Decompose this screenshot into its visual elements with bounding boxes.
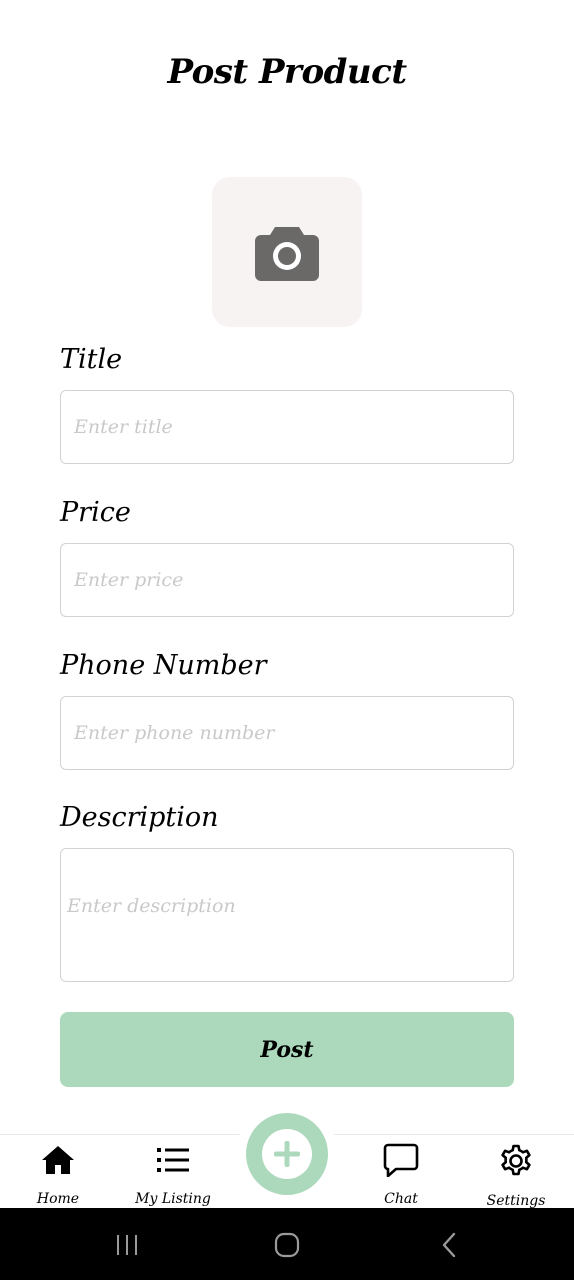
description-field-box bbox=[60, 848, 514, 982]
camera-icon bbox=[255, 227, 319, 281]
recent-apps-icon[interactable] bbox=[112, 1230, 142, 1260]
description-label: Description bbox=[60, 802, 219, 833]
phone-number-input[interactable] bbox=[61, 697, 513, 769]
gear-icon bbox=[498, 1143, 534, 1179]
nav-label-home: Home bbox=[36, 1191, 80, 1207]
add-icon bbox=[274, 1141, 300, 1167]
price-label: Price bbox=[60, 497, 131, 528]
nav-item-chat[interactable]: Chat bbox=[346, 1143, 456, 1207]
home-circle-icon[interactable] bbox=[272, 1230, 302, 1260]
nav-label-my-listing: My Listing bbox=[135, 1191, 211, 1207]
phone-number-label: Phone Number bbox=[60, 650, 267, 681]
nav-item-settings[interactable]: Settings bbox=[461, 1143, 571, 1209]
add-product-fab[interactable] bbox=[246, 1113, 328, 1195]
nav-item-my-listing[interactable]: My Listing bbox=[118, 1143, 228, 1207]
nav-label-chat: Chat bbox=[384, 1191, 418, 1207]
nav-label-settings: Settings bbox=[486, 1193, 546, 1209]
post-button[interactable]: Post bbox=[60, 1012, 514, 1087]
title-field-box bbox=[60, 390, 514, 464]
back-icon[interactable] bbox=[434, 1230, 464, 1260]
chat-icon bbox=[383, 1143, 419, 1177]
home-icon bbox=[41, 1143, 75, 1177]
price-field-box bbox=[60, 543, 514, 617]
fab-inner-circle bbox=[262, 1129, 312, 1179]
description-input[interactable] bbox=[61, 849, 513, 981]
page-title: Post Product bbox=[167, 52, 407, 92]
title-input[interactable] bbox=[61, 391, 513, 463]
nav-item-home[interactable]: Home bbox=[3, 1143, 113, 1207]
add-photo-button[interactable] bbox=[212, 177, 362, 327]
phone-field-box bbox=[60, 696, 514, 770]
title-label: Title bbox=[60, 344, 123, 375]
price-input[interactable] bbox=[61, 544, 513, 616]
list-icon bbox=[157, 1143, 189, 1177]
system-navigation-bar bbox=[0, 1208, 574, 1280]
